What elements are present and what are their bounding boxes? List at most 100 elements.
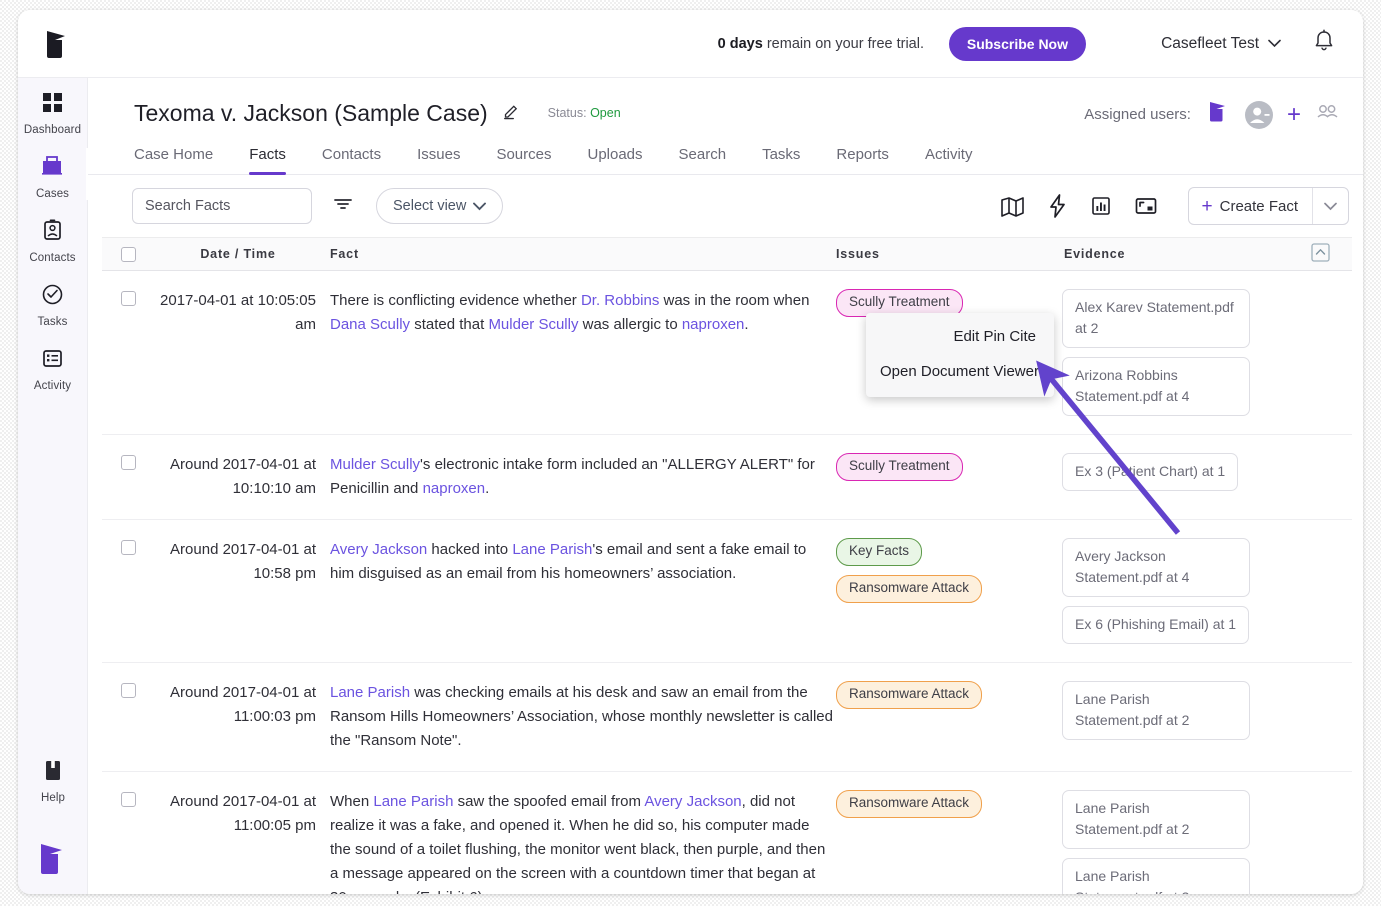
select-view-dropdown[interactable]: Select view: [376, 188, 503, 224]
sidebar-item-label: Tasks: [38, 316, 68, 328]
fact-entity-link[interactable]: Dr. Robbins: [581, 292, 659, 309]
evidence-chip[interactable]: Ex 3 (Patient Chart) at 1: [1062, 453, 1238, 491]
table-row[interactable]: Around 2017-04-01 at 10:10:10 am Mulder S…: [102, 435, 1352, 520]
evidence-chip[interactable]: Arizona Robbins Statement.pdf at 4: [1062, 357, 1250, 416]
row-checkbox[interactable]: [121, 792, 136, 807]
lightning-icon[interactable]: [1047, 194, 1068, 218]
issue-tag[interactable]: Key Facts: [836, 538, 922, 566]
search-input[interactable]: [132, 188, 312, 224]
plus-icon: +: [1202, 197, 1213, 216]
collapse-icon[interactable]: [1311, 243, 1330, 265]
row-checkbox[interactable]: [121, 540, 136, 555]
tab-issues[interactable]: Issues: [417, 140, 460, 174]
map-icon[interactable]: [1000, 196, 1025, 217]
row-select-cell: [102, 790, 154, 894]
select-all-checkbox[interactable]: [121, 247, 136, 262]
issue-tag[interactable]: Scully Treatment: [836, 453, 963, 481]
tab-contacts[interactable]: Contacts: [322, 140, 381, 174]
create-fact-group: + Create Fact: [1188, 187, 1349, 225]
tab-tasks[interactable]: Tasks: [762, 140, 800, 174]
sidebar-item-tasks[interactable]: Tasks: [18, 270, 87, 334]
evidence-chip[interactable]: Lane Parish Statement.pdf at 2: [1062, 790, 1250, 849]
tab-search[interactable]: Search: [679, 140, 727, 174]
fact-text: Avery Jackson hacked into Lane Parish's …: [322, 538, 834, 644]
sidebar-item-contacts[interactable]: Contacts: [18, 206, 87, 270]
sidebar-item-dashboard[interactable]: Dashboard: [18, 78, 87, 142]
pencil-icon[interactable]: [502, 102, 520, 125]
chevron-down-icon: [1324, 202, 1337, 211]
tab-uploads[interactable]: Uploads: [587, 140, 642, 174]
tab-case-home[interactable]: Case Home: [134, 140, 213, 174]
fact-date-time: Around 2017-04-01 at 10:10:10 am: [154, 453, 322, 501]
trial-rest: remain on your free trial.: [763, 36, 924, 52]
evidence-chip[interactable]: Avery Jackson Statement.pdf at 4: [1062, 538, 1250, 597]
sidebar-item-label: Cases: [36, 188, 69, 200]
header-collapse-cell: [1302, 243, 1352, 265]
casefleet-logo-icon[interactable]: [38, 28, 78, 62]
sidebar-item-activity[interactable]: Activity: [18, 334, 87, 398]
chart-icon[interactable]: [1090, 195, 1112, 217]
evidence-chips: Ex 3 (Patient Chart) at 1: [1062, 453, 1312, 501]
row-checkbox[interactable]: [121, 291, 136, 306]
person-avatar[interactable]: [1245, 101, 1273, 129]
people-icon[interactable]: [1315, 103, 1339, 126]
assigned-users: Assigned users: +: [1084, 100, 1339, 129]
tab-reports[interactable]: Reports: [836, 140, 889, 174]
add-user-plus-icon[interactable]: +: [1287, 103, 1301, 127]
fact-entity-link[interactable]: Lane Parish: [373, 793, 453, 810]
header-date-time[interactable]: Date / Time: [154, 247, 322, 261]
fact-entity-link[interactable]: Dana Scully: [330, 316, 410, 333]
table-row[interactable]: Around 2017-04-01 at 11:00:05 pmWhen Lan…: [102, 772, 1352, 894]
account-menu[interactable]: Casefleet Test: [1161, 35, 1281, 53]
create-fact-button[interactable]: + Create Fact: [1189, 188, 1312, 224]
header-issues[interactable]: Issues: [834, 247, 1062, 261]
sidebar-item-cases[interactable]: Cases: [18, 142, 87, 206]
filter-icon[interactable]: [332, 195, 354, 218]
sidebar-item-help[interactable]: Help: [18, 747, 88, 810]
tab-activity[interactable]: Activity: [925, 140, 973, 174]
evidence-chip[interactable]: Ex 6 (Phishing Email) at 1: [1062, 606, 1249, 644]
fact-entity-link[interactable]: Avery Jackson: [644, 793, 741, 810]
sidebar-casefleet-logo-icon[interactable]: [18, 840, 88, 878]
table-row[interactable]: Around 2017-04-01 at 11:00:03 pmLane Par…: [102, 663, 1352, 772]
notifications-bell-icon[interactable]: [1313, 29, 1335, 59]
fact-text: Lane Parish was checking emails at his d…: [322, 681, 834, 753]
evidence-chip[interactable]: Alex Karev Statement.pdf at 2: [1062, 289, 1250, 348]
issue-tag[interactable]: Ransomware Attack: [836, 681, 982, 709]
tab-facts[interactable]: Facts: [249, 140, 286, 174]
fact-entity-link[interactable]: Lane Parish: [330, 684, 410, 701]
subscribe-now-button[interactable]: Subscribe Now: [949, 27, 1086, 61]
select-all-cell: [102, 247, 154, 262]
fact-entity-link[interactable]: Avery Jackson: [330, 541, 427, 558]
issue-tag[interactable]: Ransomware Attack: [836, 790, 982, 818]
expand-icon[interactable]: [1134, 196, 1158, 216]
issue-tag[interactable]: Ransomware Attack: [836, 575, 982, 603]
create-fact-label: Create Fact: [1220, 198, 1298, 215]
facts-table-header: Date / Time Fact Issues Evidence: [102, 237, 1352, 271]
create-fact-dropdown-toggle[interactable]: [1312, 188, 1348, 224]
facts-toolbar: Select view: [88, 175, 1363, 237]
case-header: Texoma v. Jackson (Sample Case) Status: …: [88, 78, 1363, 130]
row-checkbox[interactable]: [121, 683, 136, 698]
header-fact[interactable]: Fact: [322, 247, 834, 261]
trial-days: 0 days: [718, 36, 763, 52]
evidence-chip[interactable]: Lane Parish Statement.pdf at 3: [1062, 858, 1250, 894]
evidence-chips: Avery Jackson Statement.pdf at 4 Ex 6 (Ph…: [1062, 538, 1312, 644]
context-menu-item-edit-pin-cite[interactable]: Edit Pin Cite: [866, 319, 1054, 354]
table-row[interactable]: Around 2017-04-01 at 10:58 pmAvery Jacks…: [102, 520, 1352, 663]
fact-entity-link[interactable]: Mulder Scully: [330, 456, 420, 473]
fact-entity-link[interactable]: naproxen: [423, 480, 486, 497]
table-row[interactable]: 2017-04-01 at 10:05:05 amThere is confli…: [102, 271, 1352, 435]
fact-entity-link[interactable]: Lane Parish: [512, 541, 592, 558]
tab-sources[interactable]: Sources: [496, 140, 551, 174]
issue-tags: Key Facts Ransomware Attack: [834, 538, 1062, 644]
fact-text: There is conflicting evidence whether Dr…: [322, 289, 834, 416]
header-evidence[interactable]: Evidence: [1062, 247, 1302, 261]
casefleet-avatar-icon[interactable]: [1205, 100, 1231, 129]
evidence-context-menu: Edit Pin Cite Open Document Viewer: [866, 313, 1054, 397]
fact-entity-link[interactable]: Mulder Scully: [488, 316, 578, 333]
context-menu-item-open-document-viewer[interactable]: Open Document Viewer: [866, 354, 1054, 389]
row-checkbox[interactable]: [121, 455, 136, 470]
evidence-chip[interactable]: Lane Parish Statement.pdf at 2: [1062, 681, 1250, 740]
fact-entity-link[interactable]: naproxen: [682, 316, 745, 333]
